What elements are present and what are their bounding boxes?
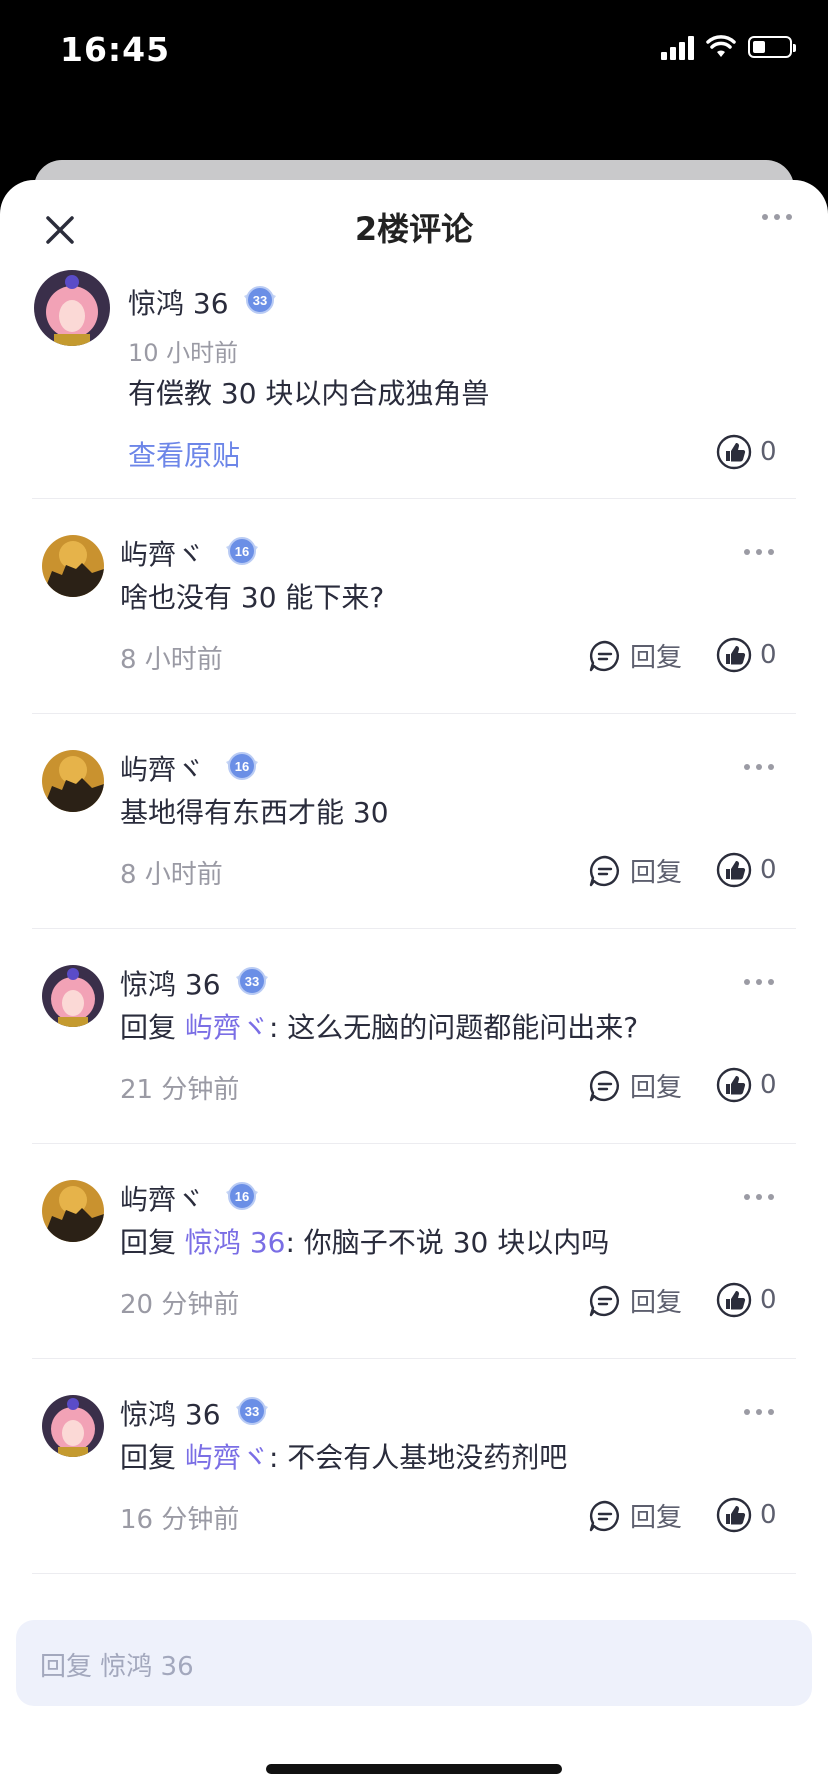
cellular-signal-icon xyxy=(661,34,694,60)
svg-text:16: 16 xyxy=(235,759,249,774)
comment-author-name[interactable]: 屿齊ヾ xyxy=(120,1178,204,1218)
avatar[interactable] xyxy=(42,750,104,812)
comment-author-name[interactable]: 屿齊ヾ xyxy=(120,748,204,788)
comment-author-name[interactable]: 惊鸿 36 xyxy=(120,963,221,1003)
reply-input-placeholder: 回复 惊鸿 36 xyxy=(40,1652,194,1682)
view-original-link[interactable]: 查看原贴 xyxy=(128,434,240,474)
comment-time: 8 小时前 xyxy=(120,645,223,675)
level-badge-icon: 33 xyxy=(236,1397,268,1425)
reply-label: 回复 xyxy=(630,1288,683,1318)
like-count: 0 xyxy=(760,640,777,670)
reply-button[interactable]: 回复 xyxy=(588,637,682,674)
comment-time: 8 小时前 xyxy=(120,860,223,890)
comment-text: 回复 屿齊ヾ: 不会有人基地没药剂吧 xyxy=(120,1441,568,1474)
comment-item: 屿齊ヾ 16 基地得有东西才能 30 8 小时前 回复 0 xyxy=(0,714,828,929)
more-icon[interactable] xyxy=(744,979,774,985)
avatar[interactable] xyxy=(42,965,104,1027)
thumbs-up-icon xyxy=(716,1282,752,1318)
like-button[interactable]: 0 xyxy=(716,1282,777,1318)
comment-time: 16 分钟前 xyxy=(120,1505,240,1535)
comment-bubble-icon xyxy=(589,1500,619,1531)
page-title: 2楼评论 xyxy=(354,210,474,248)
comment-bubble-icon xyxy=(589,855,619,886)
comment-author-name[interactable]: 惊鸿 36 xyxy=(120,1393,221,1433)
like-count: 0 xyxy=(760,1070,777,1100)
post-author-name[interactable]: 惊鸿 36 xyxy=(128,282,229,322)
like-button[interactable]: 0 xyxy=(716,637,777,673)
comment-author-name[interactable]: 屿齊ヾ xyxy=(120,533,204,573)
reply-button[interactable]: 回复 xyxy=(588,852,682,889)
svg-text:16: 16 xyxy=(235,1189,249,1204)
reply-label: 回复 xyxy=(630,858,683,888)
svg-text:16: 16 xyxy=(235,544,249,559)
post-text: 有偿教 30 块以内合成独角兽 xyxy=(128,377,490,410)
thumbs-up-icon xyxy=(716,434,752,470)
thumbs-up-icon xyxy=(716,1497,752,1533)
avatar[interactable] xyxy=(34,270,110,346)
avatar[interactable] xyxy=(42,1180,104,1242)
svg-text:33: 33 xyxy=(245,974,259,989)
more-icon[interactable] xyxy=(744,1409,774,1415)
status-time: 16:45 xyxy=(60,30,171,69)
level-badge-icon: 33 xyxy=(244,286,276,314)
reply-input[interactable]: 回复 惊鸿 36 xyxy=(16,1620,812,1706)
battery-icon xyxy=(748,36,796,58)
like-count: 0 xyxy=(760,1500,777,1530)
like-count: 0 xyxy=(760,437,777,467)
avatar[interactable] xyxy=(42,1395,104,1457)
comment-item: 惊鸿 36 33 回复 屿齊ヾ: 这么无脑的问题都能问出来? 21 分钟前 回复 xyxy=(0,929,828,1144)
thumbs-up-icon xyxy=(716,637,752,673)
divider xyxy=(32,1573,796,1574)
thumbs-up-icon xyxy=(716,852,752,888)
reply-label: 回复 xyxy=(630,1073,683,1103)
comment-item: 屿齊ヾ 16 回复 惊鸿 36: 你脑子不说 30 块以内吗 20 分钟前 回复 xyxy=(0,1144,828,1359)
avatar[interactable] xyxy=(42,535,104,597)
wifi-icon xyxy=(706,35,736,57)
svg-text:33: 33 xyxy=(245,1404,259,1419)
post-time: 10 小时前 xyxy=(128,339,239,367)
svg-text:33: 33 xyxy=(253,293,267,308)
reply-button[interactable]: 回复 xyxy=(588,1497,682,1534)
comment-bubble-icon xyxy=(589,1070,619,1101)
like-button[interactable]: 0 xyxy=(716,1497,777,1533)
comment-time: 20 分钟前 xyxy=(120,1290,240,1320)
comment-text: 啥也没有 30 能下来? xyxy=(120,581,385,614)
home-indicator xyxy=(266,1764,562,1774)
reply-button[interactable]: 回复 xyxy=(588,1067,682,1104)
reply-button[interactable]: 回复 xyxy=(588,1282,682,1319)
like-count: 0 xyxy=(760,1285,777,1315)
comment-text: 回复 惊鸿 36: 你脑子不说 30 块以内吗 xyxy=(120,1226,610,1259)
comment-time: 21 分钟前 xyxy=(120,1075,240,1105)
level-badge-icon: 16 xyxy=(226,1182,258,1210)
like-button[interactable]: 0 xyxy=(716,434,777,470)
comment-text: 回复 屿齊ヾ: 这么无脑的问题都能问出来? xyxy=(120,1011,639,1044)
thumbs-up-icon xyxy=(716,1067,752,1103)
status-bar: 16:45 xyxy=(0,0,828,110)
more-icon[interactable] xyxy=(744,764,774,770)
level-badge-icon: 16 xyxy=(226,752,258,780)
reply-label: 回复 xyxy=(630,643,683,673)
level-badge-icon: 16 xyxy=(226,537,258,565)
comment-bubble-icon xyxy=(589,640,619,671)
like-count: 0 xyxy=(760,855,777,885)
comment-text: 基地得有东西才能 30 xyxy=(120,796,389,829)
more-icon[interactable] xyxy=(744,1194,774,1200)
level-badge-icon: 33 xyxy=(236,967,268,995)
sheet-header: 2楼评论 xyxy=(0,180,828,270)
reply-label: 回复 xyxy=(630,1503,683,1533)
more-icon[interactable] xyxy=(762,214,792,220)
like-button[interactable]: 0 xyxy=(716,1067,777,1103)
comment-item: 屿齊ヾ 16 啥也没有 30 能下来? 8 小时前 回复 0 xyxy=(0,499,828,714)
like-button[interactable]: 0 xyxy=(716,852,777,888)
comment-bubble-icon xyxy=(589,1285,619,1316)
comment-sheet: 2楼评论 惊鸿 36 33 10 小时前 有偿教 30 块以内合成独角兽 查看原… xyxy=(0,180,828,1792)
comment-item: 惊鸿 36 33 回复 屿齊ヾ: 不会有人基地没药剂吧 16 分钟前 回复 0 xyxy=(0,1359,828,1574)
more-icon[interactable] xyxy=(744,549,774,555)
